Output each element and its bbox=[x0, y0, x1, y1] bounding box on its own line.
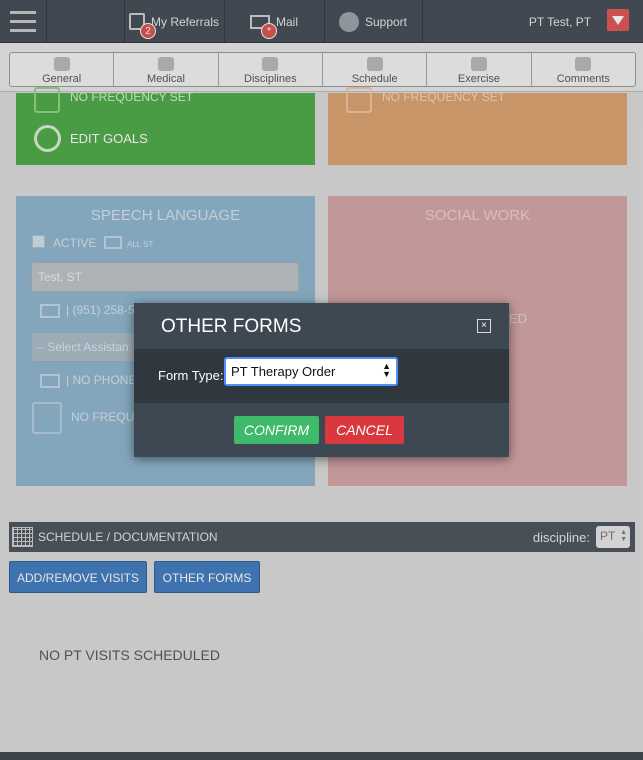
modal-footer: CONFIRM CANCEL bbox=[134, 403, 509, 457]
other-forms-modal: OTHER FORMS × Form Type: PT Therapy Orde… bbox=[134, 303, 509, 457]
form-type-label: Form Type: bbox=[158, 368, 224, 383]
confirm-button[interactable]: CONFIRM bbox=[234, 416, 319, 444]
form-type-select[interactable]: PT Therapy Order ▲ ▼ bbox=[224, 357, 398, 386]
form-type-value: PT Therapy Order bbox=[231, 364, 336, 379]
cancel-button[interactable]: CANCEL bbox=[325, 416, 404, 444]
modal-header: OTHER FORMS × bbox=[134, 303, 509, 349]
close-icon[interactable]: × bbox=[477, 319, 491, 333]
modal-body: Form Type: PT Therapy Order ▲ ▼ bbox=[134, 349, 509, 403]
select-arrows-icon: ▲ ▼ bbox=[382, 361, 391, 379]
modal-title: OTHER FORMS bbox=[161, 316, 302, 337]
